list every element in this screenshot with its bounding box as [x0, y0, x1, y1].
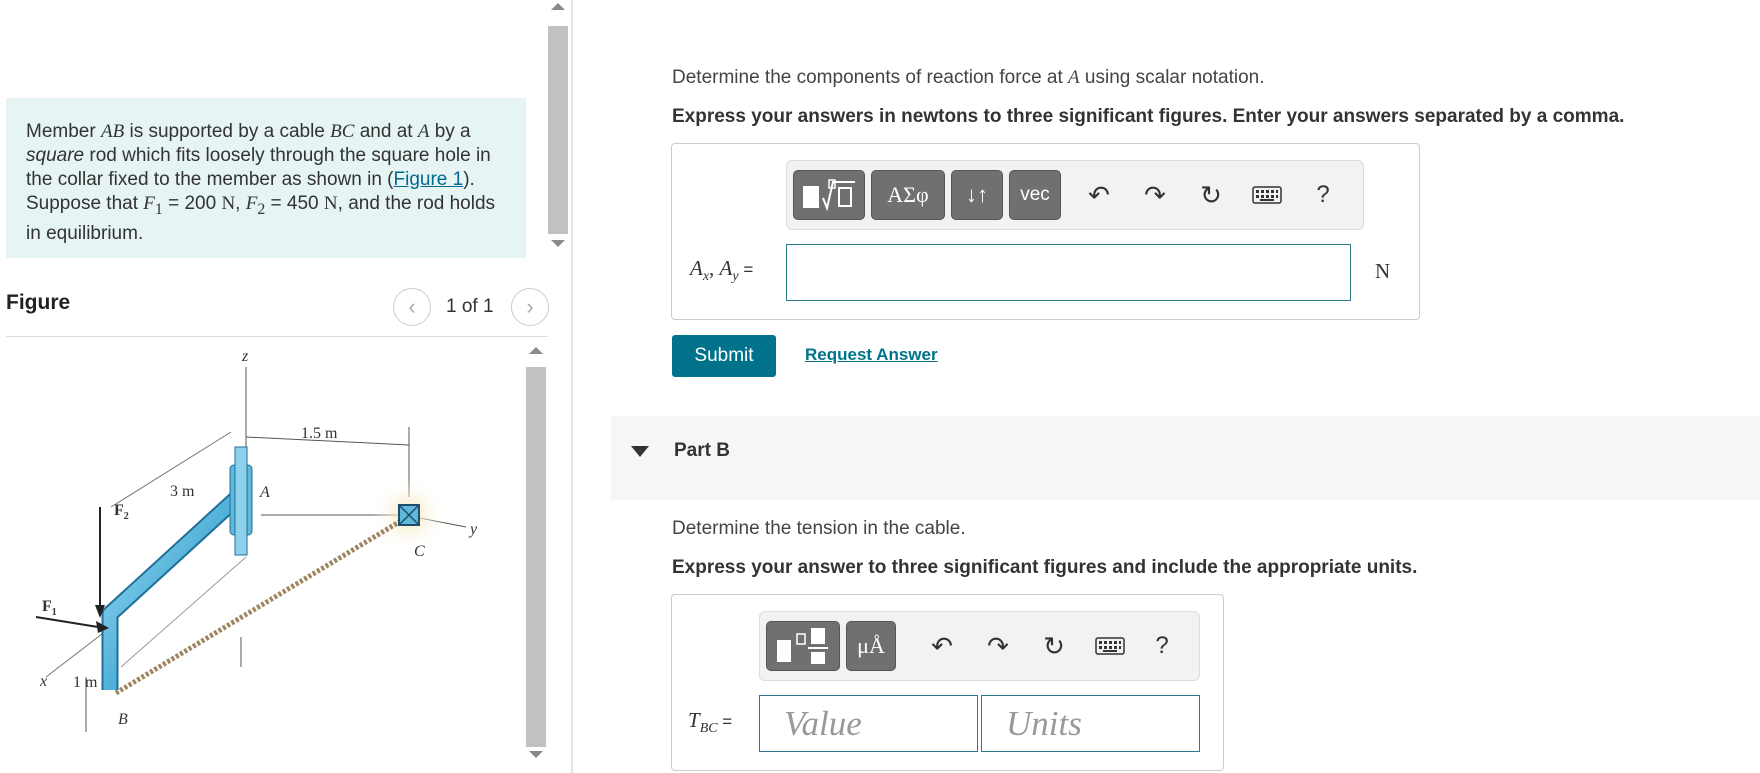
math-f1: F [143, 193, 155, 214]
arrows-button[interactable]: ↓↑ [951, 170, 1003, 220]
reset-icon: ↻ [1200, 179, 1222, 210]
templates-button[interactable] [793, 170, 865, 220]
problem-statement: Member AB is supported by a cable BC and… [6, 98, 526, 258]
scroll-up-arrow[interactable] [529, 347, 543, 354]
label-c: C [414, 543, 425, 560]
problem-scrollbar[interactable] [546, 0, 570, 260]
help-button[interactable]: ? [1299, 171, 1347, 219]
problem-text: and at [354, 121, 418, 142]
part-b-toolbar: μÅ ↶ ↷ ↻ ? [759, 611, 1200, 681]
right-pane: Determine the components of reaction for… [573, 0, 1760, 773]
keyboard-button[interactable] [1086, 622, 1134, 670]
problem-text: = 200 [162, 193, 222, 214]
scroll-thumb[interactable] [526, 367, 546, 747]
part-a-prompt: Determine the components of reaction for… [672, 67, 1265, 88]
figure-heading: Figure [6, 291, 71, 314]
label-3m: 3 m [170, 483, 195, 500]
reset-button[interactable]: ↻ [1187, 171, 1235, 219]
scroll-thumb[interactable] [548, 26, 568, 234]
request-answer-link[interactable]: Request Answer [805, 345, 938, 365]
part-b-header[interactable]: Part B [611, 416, 1760, 500]
redo-button[interactable]: ↷ [974, 622, 1022, 670]
figure-next-button[interactable]: › [511, 288, 549, 326]
label-f2: F2 [114, 502, 129, 522]
math-bc: BC [330, 121, 355, 142]
label-1-5m: 1.5 m [301, 425, 338, 442]
label-y: y [468, 521, 478, 538]
problem-text: is supported by a cable [124, 121, 331, 142]
redo-icon: ↷ [987, 630, 1009, 661]
units-button[interactable]: μÅ [846, 621, 896, 671]
scroll-down-arrow[interactable] [551, 240, 565, 247]
math-f1-sub: 1 [154, 200, 163, 218]
figure-counter: 1 of 1 [446, 296, 494, 317]
keyboard-icon [1252, 186, 1282, 204]
figure-link[interactable]: Figure 1 [394, 169, 464, 190]
math-f2: F [245, 193, 258, 214]
chevron-left-icon: ‹ [408, 294, 416, 319]
part-b-instruction: Express your answer to three significant… [672, 557, 1418, 578]
math-ab: AB [100, 121, 125, 142]
keyboard-button[interactable] [1243, 171, 1291, 219]
scroll-up-arrow[interactable] [551, 3, 565, 10]
reset-button[interactable]: ↻ [1030, 622, 1078, 670]
keyboard-icon [1095, 637, 1125, 655]
undo-icon: ↶ [931, 630, 953, 661]
part-a-instruction: Express your answers in newtons to three… [672, 106, 1625, 127]
figure-diagram: z 1.5 m 3 m A F2 C y F1 x 1 m B [35, 348, 478, 732]
problem-text: , [235, 193, 246, 214]
part-b-title: Part B [674, 440, 730, 461]
figure-prev-button[interactable]: ‹ [393, 288, 431, 326]
templates-sqrt-icon [803, 179, 855, 212]
figure-image: z 1.5 m 3 m A F2 C y F1 x 1 m B [6, 337, 521, 773]
answer-label-t: TBC = [688, 708, 733, 737]
math-a: A [1068, 67, 1080, 88]
square-rod [234, 446, 248, 556]
unit-n: N [221, 193, 236, 214]
label-z: z [241, 348, 249, 365]
redo-button[interactable]: ↷ [1131, 171, 1179, 219]
scroll-down-arrow[interactable] [529, 751, 543, 758]
chevron-right-icon: › [526, 294, 534, 319]
problem-text: by a [429, 121, 471, 142]
label-1m: 1 m [73, 674, 98, 691]
undo-button[interactable]: ↶ [918, 622, 966, 670]
emphasis-square: square [26, 145, 85, 166]
construction-line [120, 556, 247, 668]
submit-button[interactable]: Submit [672, 335, 776, 377]
left-pane: Member AB is supported by a cable BC and… [0, 0, 572, 773]
help-button[interactable]: ? [1138, 622, 1186, 670]
part-b-answer-box: μÅ ↶ ↷ ↻ ? TBC = Value Units [671, 594, 1224, 771]
label-b: B [118, 711, 128, 728]
f1-arrow [35, 616, 99, 628]
problem-text: Member [26, 121, 101, 142]
unit-n: N [323, 193, 338, 214]
caret-down-icon [631, 446, 649, 457]
units-input[interactable]: Units [981, 695, 1200, 752]
templates-icon [777, 628, 828, 664]
templates-button[interactable] [766, 621, 840, 671]
cable-bc [114, 516, 406, 696]
label-x: x [39, 673, 47, 690]
math-a: A [417, 121, 430, 142]
answer-label-a: Ax, Ay = [690, 256, 754, 285]
redo-icon: ↷ [1144, 179, 1166, 210]
figure-scrollbar[interactable] [524, 337, 548, 773]
part-b-prompt: Determine the tension in the cable. [672, 518, 966, 539]
undo-button[interactable]: ↶ [1075, 171, 1123, 219]
problem-text: = 450 [265, 193, 324, 214]
undo-icon: ↶ [1088, 179, 1110, 210]
construction-line [45, 626, 112, 678]
greek-symbols-button[interactable]: ΑΣφ [871, 170, 945, 220]
answer-unit: N [1375, 259, 1391, 283]
part-a-toolbar: ΑΣφ ↓↑ vec ↶ ↷ ↻ ? [786, 160, 1364, 230]
vector-button[interactable]: vec [1009, 170, 1061, 220]
answer-input-a[interactable] [786, 244, 1351, 301]
label-a: A [259, 484, 270, 501]
part-a-answer-box: ΑΣφ ↓↑ vec ↶ ↷ ↻ ? Ax, Ay = N [671, 143, 1420, 320]
value-input[interactable]: Value [759, 695, 978, 752]
label-f1: F1 [42, 598, 57, 618]
reset-icon: ↻ [1043, 630, 1065, 661]
